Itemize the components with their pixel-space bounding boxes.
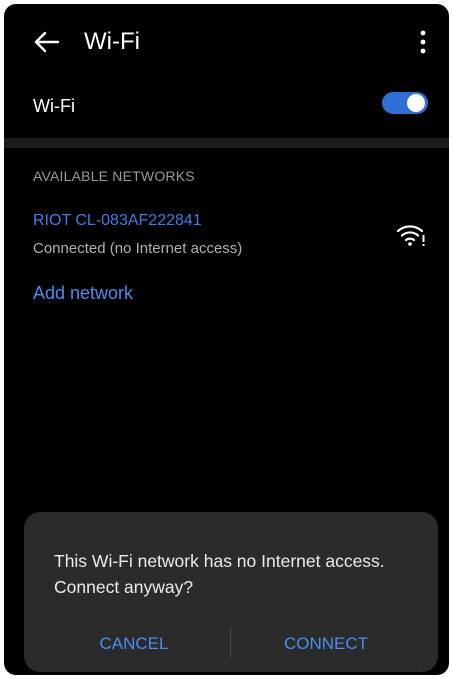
cancel-button[interactable]: CANCEL (54, 628, 214, 660)
toggle-knob (407, 94, 425, 112)
more-vert-icon (420, 30, 426, 54)
app-bar: Wi-Fi (4, 4, 449, 78)
section-divider (4, 138, 449, 148)
network-status: Connected (no Internet access) (33, 240, 243, 257)
wifi-signal-icon (396, 225, 425, 246)
page-title: Wi-Fi (84, 28, 140, 55)
network-name: RIOT CL-083AF222841 (33, 212, 202, 229)
more-options-button[interactable] (411, 26, 435, 58)
wifi-toggle-switch[interactable] (382, 92, 428, 114)
dialog-button-separator (230, 628, 231, 658)
connect-button[interactable]: CONNECT (246, 628, 406, 660)
add-network-link[interactable]: Add network (33, 283, 133, 304)
phone-screen: Wi-Fi Wi-Fi AVAILABLE NETWORKS RIOT CL-0… (4, 4, 449, 675)
network-list-item[interactable]: RIOT CL-083AF222841 Connected (no Intern… (4, 202, 449, 268)
no-internet-dialog: This Wi-Fi network has no Internet acces… (24, 512, 438, 672)
available-networks-header: AVAILABLE NETWORKS (33, 168, 195, 184)
wifi-label: Wi-Fi (33, 96, 75, 116)
back-button[interactable] (30, 26, 64, 58)
dialog-message: This Wi-Fi network has no Internet acces… (54, 551, 385, 597)
arrow-left-icon (34, 31, 60, 53)
